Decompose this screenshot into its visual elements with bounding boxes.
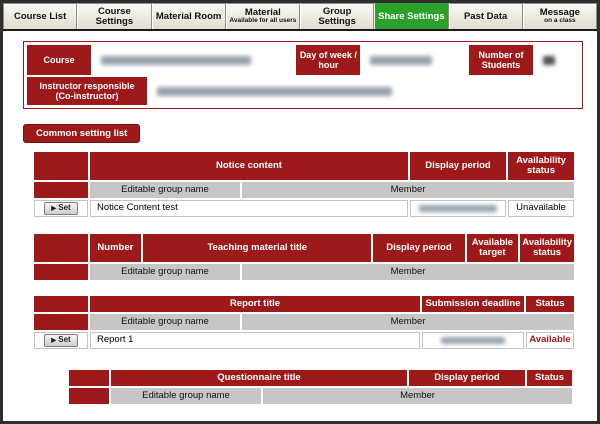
instructor-value: [149, 77, 579, 105]
table-row: ▶Set Report 1 Available: [33, 331, 575, 350]
questionnaire-subheader-row: Editable group name Member: [68, 387, 573, 405]
redacted-display-period: [419, 205, 497, 212]
questionnaire-group-subheader: Editable group name: [111, 388, 261, 404]
redacted-instructor-names: [157, 87, 392, 96]
notice-content-cell: Notice Content test: [90, 200, 408, 217]
material-title-header: Teaching material title: [143, 234, 371, 262]
tab-group-settings[interactable]: Group Settings: [300, 3, 374, 29]
questionnaire-subheader-blank: [69, 388, 109, 404]
questionnaire-header-row: Questionnaire title Display period Statu…: [68, 369, 573, 387]
report-member-subheader: Member: [242, 314, 574, 330]
report-deadline-header: Submission deadline: [422, 296, 524, 312]
tab-material-all-users[interactable]: Material Available for all users: [226, 3, 300, 29]
notice-table: Notice content Display period Availabili…: [33, 151, 575, 218]
tab-material-room[interactable]: Material Room: [152, 3, 226, 29]
material-member-subheader: Member: [242, 264, 574, 280]
tab-sublabel: on a class: [544, 18, 575, 25]
notice-header-row: Notice content Display period Availabili…: [33, 151, 575, 181]
tab-sublabel: Available for all users: [229, 18, 296, 25]
notice-set-cell: ▶Set: [34, 200, 88, 217]
tab-message[interactable]: Message on a class: [523, 3, 597, 29]
redacted-day-hour: [370, 56, 432, 65]
material-table: Number Teaching material title Display p…: [33, 233, 575, 281]
material-status-header: Availability status: [520, 234, 574, 262]
notice-set-button[interactable]: ▶Set: [44, 202, 77, 215]
tab-course-settings[interactable]: Course Settings: [77, 3, 151, 29]
redacted-deadline: [441, 337, 505, 344]
play-icon: ▶: [51, 205, 56, 212]
questionnaire-table: Questionnaire title Display period Statu…: [68, 369, 573, 405]
report-header-blank: [34, 296, 88, 312]
report-set-cell: ▶Set: [34, 332, 88, 349]
tab-label: Share Settings: [378, 12, 445, 22]
notice-group-subheader: Editable group name: [90, 182, 240, 198]
course-info-row-2: Instructor responsible (Co-instructor): [26, 76, 580, 106]
material-header-row: Number Teaching material title Display p…: [33, 233, 575, 263]
report-title-cell: Report 1: [90, 332, 420, 349]
table-row: ▶Set Notice Content test Unavailable: [33, 199, 575, 218]
day-of-week-label: Day of week / hour: [296, 45, 360, 75]
tab-label: Course List: [14, 12, 66, 22]
tab-label: Course Settings: [80, 7, 148, 27]
common-setting-list-button[interactable]: Common setting list: [23, 124, 140, 143]
report-status-header: Status: [526, 296, 574, 312]
report-status-cell: Available: [526, 332, 574, 349]
questionnaire-period-header: Display period: [409, 370, 525, 386]
day-of-week-value: [362, 45, 467, 75]
notice-period-header: Display period: [410, 152, 506, 180]
students-label: Number of Students: [469, 45, 533, 75]
notice-status-header: Availability status: [508, 152, 574, 180]
notice-subheader-blank: [34, 182, 88, 198]
report-header-row: Report title Submission deadline Status: [33, 295, 575, 313]
report-subheader-row: Editable group name Member: [33, 313, 575, 331]
play-icon: ▶: [51, 337, 56, 344]
course-value: [93, 45, 294, 75]
tab-bar: Course List Course Settings Material Roo…: [3, 3, 597, 31]
material-target-header: Available target: [467, 234, 519, 262]
report-subheader-blank: [34, 314, 88, 330]
material-subheader-blank: [34, 264, 88, 280]
notice-status-cell: Unavailable: [508, 200, 574, 217]
report-set-button[interactable]: ▶Set: [44, 334, 77, 347]
course-info-panel: Course Day of week / hour Number of Stud…: [23, 41, 583, 109]
tab-label: Group Settings: [303, 7, 371, 27]
set-button-label: Set: [58, 204, 70, 213]
tab-course-list[interactable]: Course List: [3, 3, 77, 29]
tab-share-settings[interactable]: Share Settings: [374, 3, 448, 29]
notice-subheader-row: Editable group name Member: [33, 181, 575, 199]
report-title-header: Report title: [90, 296, 420, 312]
notice-period-cell: [410, 200, 506, 217]
questionnaire-title-header: Questionnaire title: [111, 370, 407, 386]
tab-label: Past Data: [464, 12, 507, 22]
report-group-subheader: Editable group name: [90, 314, 240, 330]
app-window: Course List Course Settings Material Roo…: [0, 0, 600, 424]
material-subheader-row: Editable group name Member: [33, 263, 575, 281]
instructor-label: Instructor responsible (Co-instructor): [27, 77, 147, 105]
tab-past-data[interactable]: Past Data: [449, 3, 523, 29]
material-period-header: Display period: [373, 234, 464, 262]
course-label: Course: [27, 45, 91, 75]
questionnaire-member-subheader: Member: [263, 388, 572, 404]
notice-member-subheader: Member: [242, 182, 574, 198]
questionnaire-header-blank: [69, 370, 109, 386]
set-button-label: Set: [58, 336, 70, 345]
material-number-header: Number: [90, 234, 142, 262]
notice-header-blank: [34, 152, 88, 180]
material-group-subheader: Editable group name: [90, 264, 240, 280]
material-header-blank: [34, 234, 88, 262]
report-deadline-cell: [422, 332, 524, 349]
redacted-student-count: [543, 56, 555, 65]
notice-content-header: Notice content: [90, 152, 408, 180]
course-info-row-1: Course Day of week / hour Number of Stud…: [26, 44, 580, 76]
students-value: [535, 45, 579, 75]
redacted-course-name: [101, 56, 251, 65]
tab-label: Material Room: [156, 12, 221, 22]
report-table: Report title Submission deadline Status …: [33, 295, 575, 350]
questionnaire-status-header: Status: [527, 370, 572, 386]
